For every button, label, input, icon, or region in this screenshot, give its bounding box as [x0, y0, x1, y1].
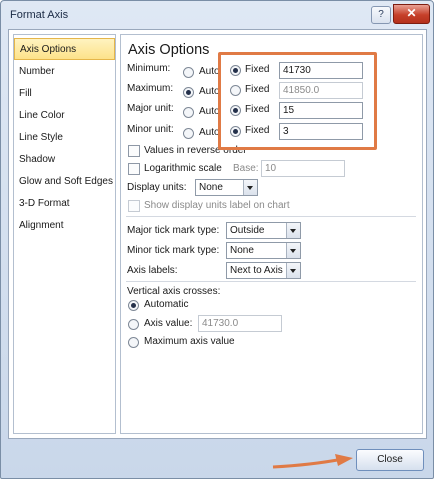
crosses-max-radio[interactable]	[128, 337, 139, 348]
nav-item-axis-options[interactable]: Axis Options	[14, 38, 115, 60]
display-units-select[interactable]: None	[195, 179, 258, 196]
axis-labels-select[interactable]: Next to Axis	[226, 262, 301, 279]
display-units-value: None	[199, 182, 223, 193]
minor-tick-label: Minor tick mark type:	[127, 245, 220, 256]
minor-unit-label: Minor unit:	[127, 124, 174, 135]
nav-item-glow[interactable]: Glow and Soft Edges	[14, 171, 115, 193]
minimum-auto-radio[interactable]	[183, 67, 194, 78]
nav-item-3d-format[interactable]: 3-D Format	[14, 193, 115, 215]
maximum-label: Maximum:	[127, 83, 174, 94]
crosses-automatic-radio[interactable]	[128, 300, 139, 311]
panel-heading: Axis Options	[128, 42, 210, 58]
close-icon[interactable]: ✕	[393, 4, 430, 24]
base-input[interactable]: 10	[261, 160, 345, 177]
chevron-down-icon	[286, 243, 300, 258]
divider	[126, 281, 416, 282]
chevron-down-icon	[286, 263, 300, 278]
axis-labels-value: Next to Axis	[230, 265, 283, 276]
chevron-down-icon	[286, 223, 300, 238]
maximum-auto-radio[interactable]	[183, 87, 194, 98]
show-units-label-checkbox[interactable]	[128, 200, 140, 212]
axis-labels-label: Axis labels:	[127, 265, 178, 276]
major-tick-value: Outside	[230, 225, 265, 236]
highlight-box	[218, 52, 377, 150]
format-axis-dialog: Format Axis ? ✕ Axis Options Number Fill…	[0, 0, 434, 479]
minor-tick-select[interactable]: None	[226, 242, 301, 259]
major-tick-label: Major tick mark type:	[127, 225, 220, 236]
minor-tick-value: None	[230, 245, 254, 256]
minimum-auto-label: Auto	[199, 66, 220, 77]
crosses-label: Vertical axis crosses:	[127, 286, 221, 297]
major-unit-auto-label: Auto	[199, 106, 220, 117]
dialog-title: Format Axis	[10, 9, 69, 21]
base-label: Base:	[233, 163, 259, 174]
close-button[interactable]: Close	[356, 449, 424, 471]
log-scale-checkbox[interactable]	[128, 163, 140, 175]
maximum-auto-label: Auto	[199, 86, 220, 97]
crosses-max-label: Maximum axis value	[144, 336, 235, 347]
nav-item-fill[interactable]: Fill	[14, 83, 115, 105]
nav-item-line-color[interactable]: Line Color	[14, 105, 115, 127]
crosses-value-input[interactable]: 41730.0	[198, 315, 282, 332]
display-units-label: Display units:	[127, 182, 187, 193]
divider	[126, 216, 416, 217]
major-unit-label: Major unit:	[127, 103, 174, 114]
major-tick-select[interactable]: Outside	[226, 222, 301, 239]
chevron-down-icon	[243, 180, 257, 195]
log-scale-label: Logarithmic scale	[144, 163, 222, 174]
arrow-icon	[272, 454, 353, 469]
reverse-order-checkbox[interactable]	[128, 145, 140, 157]
crosses-automatic-label: Automatic	[144, 299, 189, 310]
crosses-value-label: Axis value:	[144, 318, 193, 329]
nav-item-line-style[interactable]: Line Style	[14, 127, 115, 149]
minor-unit-auto-radio[interactable]	[183, 128, 194, 139]
minor-unit-auto-label: Auto	[199, 127, 220, 138]
nav-item-shadow[interactable]: Shadow	[14, 149, 115, 171]
minimum-label: Minimum:	[127, 63, 171, 74]
major-unit-auto-radio[interactable]	[183, 107, 194, 118]
nav-item-alignment[interactable]: Alignment	[14, 215, 115, 237]
category-list: Axis Options Number Fill Line Color Line…	[13, 34, 116, 434]
show-units-label-text: Show display units label on chart	[144, 200, 290, 211]
nav-item-number[interactable]: Number	[14, 61, 115, 83]
crosses-value-radio[interactable]	[128, 319, 139, 330]
title-bar: Format Axis ? ✕	[1, 1, 433, 29]
help-button[interactable]: ?	[371, 6, 391, 24]
